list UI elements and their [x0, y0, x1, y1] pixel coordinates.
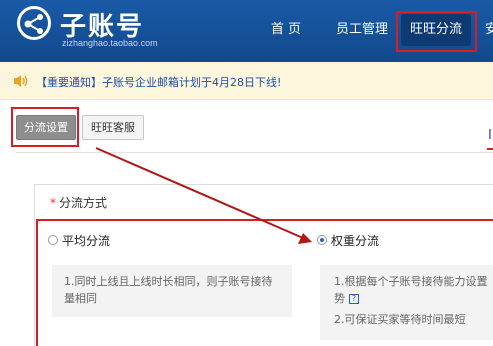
annotation-arrow [95, 147, 312, 244]
